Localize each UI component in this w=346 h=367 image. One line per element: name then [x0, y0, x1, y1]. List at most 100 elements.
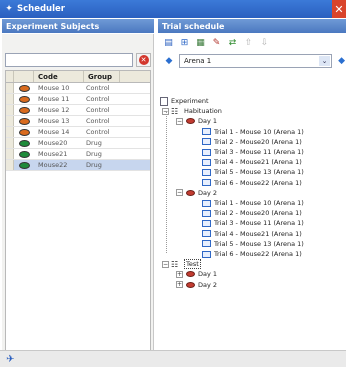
- collapse-icon[interactable]: −: [176, 117, 183, 125]
- subject-code-cell: Mouse 10: [38, 84, 70, 92]
- table-row[interactable]: Mouse 10 Control: [6, 83, 150, 94]
- subject-search-input[interactable]: [5, 53, 133, 67]
- subjects-panel-header: Experiment Subjects: [2, 19, 154, 33]
- tree-stage[interactable]: − ☷ Test: [162, 259, 201, 270]
- row-selector[interactable]: [6, 83, 14, 93]
- tree-trial-label: Trial 5 - Mouse 13 (Arena 1): [214, 168, 304, 177]
- arena-dropdown[interactable]: Arena 1 ⌄: [179, 54, 332, 68]
- scheduler-app-icon: ✦: [5, 4, 13, 14]
- tree-trial[interactable]: Trial 4 - Mouse21 (Arena 1): [202, 157, 302, 167]
- tree-day-label: Day 1: [198, 117, 218, 126]
- table-row[interactable]: Mouse 13 Control: [6, 116, 150, 127]
- row-selector-header: [6, 71, 14, 82]
- schedule-panel: ▤ ⊞ ▦ ✎ ⇄ ⇧ ⇩ ◆ Arena 1 ⌄ ◆ Experiment − ☷…: [158, 34, 346, 350]
- tree-trial[interactable]: Trial 2 - Mouse20 (Arena 1): [202, 208, 302, 218]
- subject-color-swatch: [18, 161, 30, 169]
- subject-group-cell: Drug: [86, 150, 102, 158]
- expand-icon[interactable]: +: [176, 270, 183, 278]
- tree-trial[interactable]: Trial 5 - Mouse 13 (Arena 1): [202, 167, 304, 177]
- row-selector[interactable]: [6, 127, 14, 137]
- trial-icon: [202, 128, 211, 136]
- table-row[interactable]: Mouse 12 Control: [6, 105, 150, 116]
- chevron-down-icon[interactable]: ⌄: [319, 56, 330, 66]
- randomize-icon[interactable]: ⇄: [227, 38, 238, 49]
- tree-day[interactable]: − Day 1: [176, 116, 217, 126]
- table-row[interactable]: Mouse20 Drug: [6, 138, 150, 149]
- clear-filter-button[interactable]: ✕: [136, 53, 151, 67]
- tree-day[interactable]: + Day 2: [176, 280, 217, 290]
- move-up-icon[interactable]: ⇧: [243, 38, 254, 49]
- tree-day-label: Day 1: [198, 270, 218, 279]
- subject-color-cell: [14, 105, 34, 115]
- subject-color-swatch: [18, 139, 30, 147]
- tree-root[interactable]: Experiment: [160, 96, 209, 106]
- tree-stage-label: Habituation: [184, 107, 222, 116]
- tree-stage-label: Test: [184, 259, 201, 270]
- subject-filter-row: ✕: [5, 53, 151, 67]
- tree-trial[interactable]: Trial 4 - Mouse21 (Arena 1): [202, 229, 302, 239]
- code-column-header[interactable]: Code: [34, 71, 84, 82]
- tree-trial[interactable]: Trial 6 - Mouse22 (Arena 1): [202, 178, 302, 188]
- row-selector[interactable]: [6, 149, 14, 159]
- subjects-table[interactable]: Code Group Mouse 10 Control Mouse 11 Contro…: [5, 70, 151, 367]
- collapse-icon[interactable]: −: [176, 189, 183, 197]
- tree-day[interactable]: + Day 1: [176, 269, 217, 279]
- tree-trial[interactable]: Trial 3 - Mouse 11 (Arena 1): [202, 218, 304, 228]
- subject-group-cell: Drug: [86, 161, 102, 169]
- row-selector[interactable]: [6, 160, 14, 170]
- tree-day[interactable]: − Day 2: [176, 188, 217, 198]
- subject-group-cell: Control: [86, 117, 110, 125]
- add-block-icon[interactable]: ▦: [195, 38, 206, 49]
- table-row[interactable]: Mouse 11 Control: [6, 94, 150, 105]
- close-button[interactable]: ✕: [332, 0, 346, 18]
- previous-arena-icon[interactable]: ◆: [164, 56, 174, 66]
- trial-icon: [202, 199, 211, 207]
- subject-code-cell: Mouse 11: [38, 95, 70, 103]
- day-icon: [185, 189, 195, 197]
- subject-color-cell: [14, 138, 34, 148]
- subject-color-cell: [14, 83, 34, 93]
- tree-trial[interactable]: Trial 1 - Mouse 10 (Arena 1): [202, 198, 304, 208]
- expand-icon[interactable]: +: [176, 281, 183, 289]
- tree-day-label: Day 2: [198, 188, 218, 197]
- table-row[interactable]: Mouse22 Drug: [6, 160, 150, 171]
- tree-trial-label: Trial 3 - Mouse 11 (Arena 1): [214, 219, 304, 228]
- row-selector[interactable]: [6, 116, 14, 126]
- table-row[interactable]: Mouse21 Drug: [6, 149, 150, 160]
- table-row[interactable]: Mouse 14 Control: [6, 127, 150, 138]
- collapse-icon[interactable]: −: [162, 260, 169, 268]
- subject-color-swatch: [18, 150, 30, 158]
- tree-trial[interactable]: Trial 2 - Mouse20 (Arena 1): [202, 137, 302, 147]
- tree-trial[interactable]: Trial 1 - Mouse 10 (Arena 1): [202, 127, 304, 137]
- row-selector[interactable]: [6, 94, 14, 104]
- tree-trial-label: Trial 6 - Mouse22 (Arena 1): [214, 250, 302, 258]
- edit-icon[interactable]: ✎: [211, 38, 222, 49]
- tree-trial-label: Trial 2 - Mouse20 (Arena 1): [214, 209, 302, 218]
- subject-color-swatch: [18, 84, 30, 92]
- add-trial-icon[interactable]: ⊞: [179, 38, 190, 49]
- trial-icon: [202, 250, 211, 258]
- next-arena-icon[interactable]: ◆: [338, 56, 345, 66]
- arena-selected-value: Arena 1: [184, 57, 212, 65]
- subject-color-swatch: [18, 117, 30, 125]
- row-selector[interactable]: [6, 105, 14, 115]
- move-down-icon[interactable]: ⇩: [259, 38, 270, 49]
- title-bar[interactable]: ✦ Scheduler ✕: [0, 0, 346, 18]
- subject-code-cell: Mouse 13: [38, 117, 70, 125]
- subjects-panel: ✕ Code Group Mouse 10 Control Mouse 11 Cont…: [2, 34, 154, 367]
- tree-root-label: Experiment: [171, 97, 209, 105]
- subject-color-swatch: [18, 128, 30, 136]
- close-icon: ✕: [334, 2, 344, 16]
- tree-stage[interactable]: − ☷ Habituation: [162, 106, 222, 116]
- tree-trial[interactable]: Trial 3 - Mouse 11 (Arena 1): [202, 147, 304, 157]
- tree-trial[interactable]: Trial 5 - Mouse 13 (Arena 1): [202, 239, 304, 249]
- schedule-panel-header: Trial schedule: [158, 19, 346, 33]
- day-icon: [185, 270, 195, 278]
- status-pin-icon[interactable]: ✈: [6, 354, 14, 365]
- save-icon[interactable]: ▤: [163, 38, 174, 49]
- subject-code-cell: Mouse 12: [38, 106, 70, 114]
- row-selector[interactable]: [6, 138, 14, 148]
- tree-trial[interactable]: Trial 6 - Mouse22 (Arena 1): [202, 249, 302, 259]
- trial-icon: [202, 148, 211, 156]
- group-column-header[interactable]: Group: [84, 71, 120, 82]
